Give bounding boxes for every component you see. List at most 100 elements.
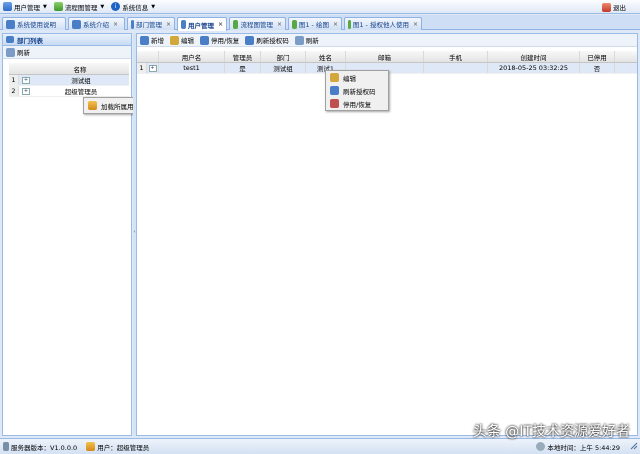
- cell-created: 2018-05-25 03:32:25: [488, 63, 580, 73]
- user-grid-header: 用户名 管理员 部门 姓名 邮箱 手机 创建时间 已停用: [137, 51, 637, 63]
- key-user-icon: [245, 35, 255, 45]
- disable-user-icon: [200, 35, 209, 45]
- tab-label: 图1 - 绘图: [298, 21, 329, 29]
- context-item-label: 刷新授权码: [343, 87, 376, 96]
- refresh-auth-code-button[interactable]: 刷新授权码: [245, 35, 289, 45]
- tab-flowchart-management[interactable]: 流程图管理 ×: [229, 17, 286, 30]
- tab-system-intro[interactable]: 系统介绍 ×: [68, 17, 125, 30]
- current-user-text: 用户：超级管理员: [97, 443, 150, 452]
- context-item-refresh-auth-code[interactable]: 刷新授权码: [326, 84, 388, 97]
- expand-icon[interactable]: +: [22, 87, 30, 95]
- tab-bar: 系统使用说明 系统介绍 × 部门管理 × 用户管理 × 流程图管理 × 图1 -…: [0, 15, 640, 31]
- row-number: 2: [9, 86, 19, 96]
- department-grid-header: 名称: [9, 63, 129, 75]
- department-name: 超级管理员: [64, 88, 98, 96]
- tab-label: 部门管理: [135, 21, 162, 29]
- expand-icon[interactable]: +: [22, 76, 30, 84]
- edit-button[interactable]: 编辑: [170, 35, 194, 45]
- diagram-icon: [348, 19, 351, 29]
- user-toolbar: 新增 编辑 停用/恢复 刷新授权码 刷新: [137, 34, 637, 47]
- expand-cell[interactable]: +: [147, 63, 159, 73]
- user-context-menu: 编辑 刷新授权码 停用/恢复: [325, 70, 389, 111]
- server-icon: [3, 442, 9, 451]
- chevron-down-icon: ▼: [100, 3, 105, 10]
- window-icon: [72, 19, 81, 29]
- toolbar-label: 刷新: [305, 37, 319, 45]
- cell-admin: 是: [225, 63, 261, 73]
- column-header-name[interactable]: 姓名: [306, 51, 346, 62]
- logout-icon: [602, 2, 611, 12]
- column-header-name[interactable]: 名称: [31, 64, 129, 74]
- tab-system-usage[interactable]: 系统使用说明: [2, 17, 66, 30]
- tab-label: 流程图管理: [240, 21, 273, 29]
- column-header-created[interactable]: 创建时间: [488, 51, 580, 62]
- edit-user-icon: [330, 73, 339, 82]
- column-header-disabled[interactable]: 已停用: [580, 51, 615, 62]
- flowchart-icon: [53, 2, 63, 11]
- tab-user-management[interactable]: 用户管理 ×: [177, 17, 227, 31]
- edit-user-icon: [170, 35, 179, 45]
- close-icon[interactable]: ×: [333, 21, 338, 28]
- close-icon[interactable]: ×: [166, 21, 171, 28]
- header-gutter: [137, 51, 159, 62]
- refresh-icon: [6, 47, 15, 57]
- context-item-disable-restore[interactable]: 停用/恢复: [326, 97, 388, 110]
- refresh-button[interactable]: 刷新: [294, 35, 319, 45]
- disable-restore-button[interactable]: 停用/恢复: [200, 35, 239, 45]
- window-icon: [131, 19, 134, 29]
- cell-username: test1: [159, 63, 225, 73]
- add-button[interactable]: 新增: [140, 35, 164, 45]
- info-icon: i: [111, 2, 121, 11]
- resize-grip-icon[interactable]: [630, 442, 638, 450]
- logout-button[interactable]: 退出: [602, 2, 626, 12]
- department-toolbar: 刷新: [3, 46, 131, 59]
- department-name: 测试组: [71, 77, 91, 85]
- column-header-admin[interactable]: 管理员: [225, 51, 261, 62]
- department-panel-header: 部门列表: [3, 34, 131, 46]
- column-header-email[interactable]: 邮箱: [346, 51, 424, 62]
- current-user: 用户：超级管理员: [86, 442, 149, 452]
- toolbar-label: 停用/恢复: [211, 37, 240, 45]
- row-number: 1: [9, 75, 19, 85]
- tab-label: 用户管理: [187, 21, 214, 30]
- add-user-icon: [140, 35, 149, 45]
- close-icon[interactable]: ×: [413, 21, 418, 28]
- column-header-phone[interactable]: 手机: [424, 51, 488, 62]
- disable-user-icon: [330, 99, 339, 108]
- top-menu-bar: 用户管理 ▼ 流程图管理 ▼ i 系统信息 ▼ 退出: [0, 0, 640, 14]
- close-icon[interactable]: ×: [113, 21, 118, 28]
- context-item-edit[interactable]: 编辑: [326, 71, 388, 84]
- expand-icon[interactable]: +: [148, 64, 157, 72]
- server-version-text: 服务器版本：V1.0.0.0: [11, 443, 78, 452]
- menu-system-info[interactable]: i 系统信息 ▼: [111, 2, 155, 12]
- user-icon: [86, 442, 96, 451]
- menu-flowchart-management[interactable]: 流程图管理 ▼: [53, 2, 105, 12]
- close-icon[interactable]: ×: [218, 21, 223, 28]
- menu-label: 用户管理: [14, 3, 40, 12]
- tab-diagram-share[interactable]: 图1 - 授权他人使用 ×: [344, 17, 422, 30]
- tab-department-management[interactable]: 部门管理 ×: [127, 17, 175, 30]
- flowchart-icon: [233, 19, 239, 29]
- header-gutter: [9, 63, 31, 74]
- context-item-label: 编辑: [343, 74, 356, 83]
- column-header-department[interactable]: 部门: [261, 51, 306, 62]
- close-icon[interactable]: ×: [277, 21, 282, 28]
- toolbar-label: 编辑: [181, 37, 194, 45]
- department-row[interactable]: 2 + 超级管理员: [9, 86, 129, 97]
- column-header-username[interactable]: 用户名: [159, 51, 225, 62]
- row-number: 1: [137, 63, 147, 73]
- window-icon: [6, 19, 15, 29]
- department-row[interactable]: 1 + 测试组: [9, 75, 129, 86]
- tab-diagram-draw[interactable]: 图1 - 绘图 ×: [288, 17, 342, 30]
- panel-title: 部门列表: [17, 36, 43, 45]
- context-item-label: 停用/恢复: [343, 100, 372, 109]
- refresh-icon: [294, 35, 304, 45]
- refresh-button[interactable]: 刷新: [6, 47, 30, 57]
- menu-user-management[interactable]: 用户管理 ▼: [3, 2, 47, 12]
- toolbar-label: 刷新授权码: [256, 37, 289, 45]
- local-time-text: 本地时间：上午 5:44:29: [547, 443, 620, 452]
- chevron-down-icon: ▼: [151, 3, 156, 10]
- tab-label: 系统介绍: [83, 21, 109, 29]
- tab-label: 图1 - 授权他人使用: [352, 21, 409, 29]
- menu-label: 流程图管理: [64, 3, 98, 12]
